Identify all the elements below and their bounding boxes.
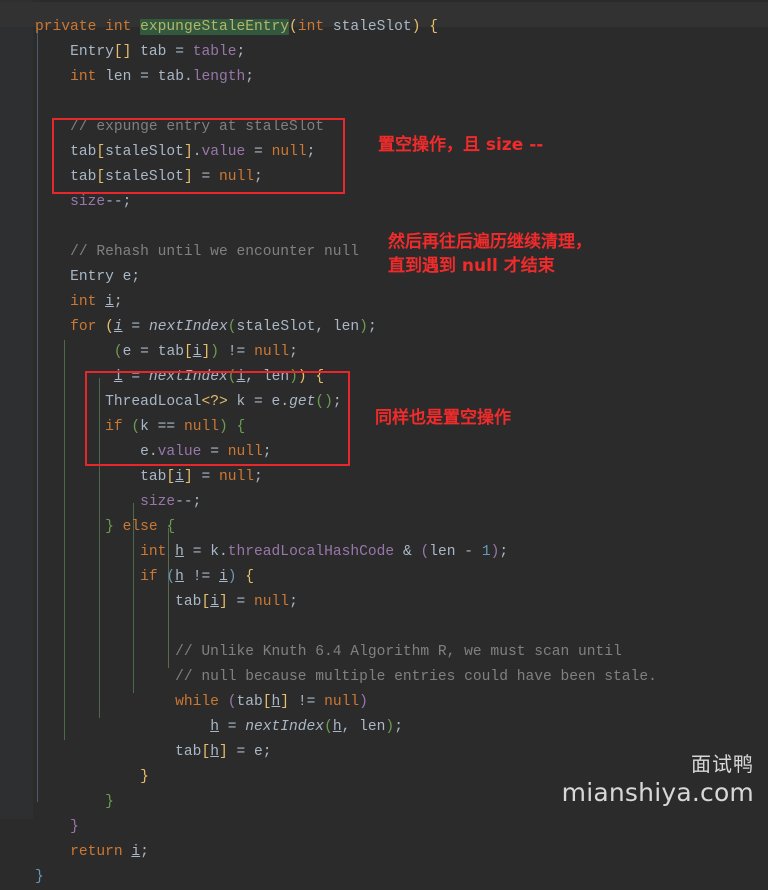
code-line: i = nextIndex(i, len)) { bbox=[113, 368, 325, 385]
code-line: // Rehash until we encounter null bbox=[70, 243, 360, 260]
code-line: size--; bbox=[140, 493, 202, 510]
annotation-note-2: 然后再往后遍历继续清理， 直到遇到 null 才结束 bbox=[388, 230, 592, 278]
code-editor[interactable]: private int expungeStaleEntry(int staleS… bbox=[0, 0, 768, 885]
code-line: // Unlike Knuth 6.4 Algorithm R, we must… bbox=[175, 643, 622, 660]
code-line: tab[staleSlot] = null; bbox=[70, 168, 263, 185]
code-line: tab[h] = e; bbox=[175, 743, 272, 760]
code-line: e.value = null; bbox=[140, 443, 272, 460]
code-line: // null because multiple entries could h… bbox=[175, 668, 657, 685]
code-line: for (i = nextIndex(staleSlot, len); bbox=[70, 318, 377, 335]
code-line: (e = tab[i]) != null; bbox=[113, 343, 298, 360]
code-line: tab[i] = null; bbox=[140, 468, 263, 485]
code-line: tab[i] = null; bbox=[175, 593, 298, 610]
annotation-note-1: 置空操作，且 size -- bbox=[378, 135, 544, 155]
annotation-note-2-line1: 然后再往后遍历继续清理， bbox=[388, 232, 592, 252]
code-line: int i; bbox=[70, 293, 123, 310]
code-line: h = nextIndex(h, len); bbox=[210, 718, 403, 735]
code-line: Entry e; bbox=[70, 268, 141, 285]
watermark-chinese: 面试鸭 bbox=[691, 752, 754, 776]
code-line: } bbox=[35, 868, 44, 885]
watermark-site: mianshiya.com bbox=[561, 778, 754, 807]
annotation-note-2-line2: 直到遇到 null 才结束 bbox=[388, 256, 555, 276]
code-line: int len = tab.length; bbox=[70, 68, 255, 85]
code-line: return i; bbox=[70, 843, 149, 860]
code-line: while (tab[h] != null) bbox=[175, 693, 368, 710]
code-line: private int expungeStaleEntry(int staleS… bbox=[35, 18, 438, 35]
code-line: if (h != i) { bbox=[140, 568, 255, 585]
code-line: size--; bbox=[70, 193, 132, 210]
code-line: int h = k.threadLocalHashCode & (len - 1… bbox=[140, 543, 509, 560]
code-line: } bbox=[70, 818, 79, 835]
code-line: Entry[] tab = table; bbox=[70, 43, 246, 60]
code-line: } else { bbox=[105, 518, 176, 535]
annotation-note-3: 同样也是置空操作 bbox=[375, 408, 511, 428]
